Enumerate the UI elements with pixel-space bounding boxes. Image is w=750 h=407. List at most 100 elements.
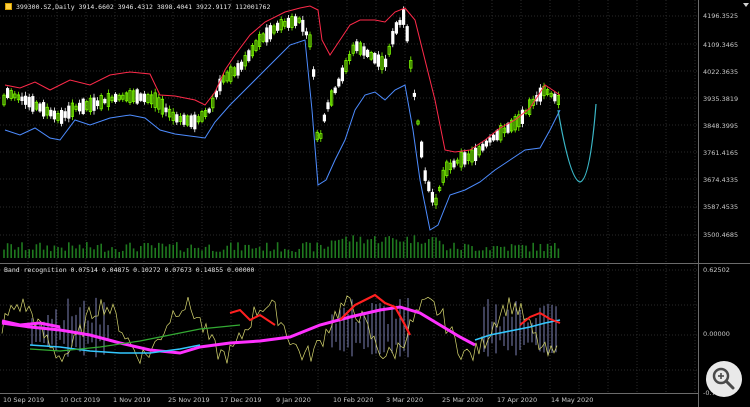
time-tick: 17 Apr 2020: [497, 396, 538, 404]
candle-body: [189, 115, 193, 128]
time-tick: 3 Mar 2020: [386, 396, 424, 404]
volume-bar: [17, 247, 20, 258]
volume-bar: [194, 248, 196, 258]
zoom-button[interactable]: [706, 361, 742, 397]
volume-bar: [179, 250, 182, 258]
volume-bar: [248, 244, 250, 258]
volume-bar: [312, 251, 315, 258]
candle-body: [81, 98, 85, 114]
volume-bar: [140, 245, 142, 258]
volume-bar: [269, 251, 272, 258]
candle-body: [322, 114, 327, 122]
volume-bar: [143, 242, 146, 258]
candle-body: [286, 17, 291, 28]
volume-bar: [287, 249, 290, 258]
candle-body: [430, 191, 435, 203]
volume-bar: [525, 245, 527, 258]
volume-bar: [395, 239, 398, 258]
volume-bar: [305, 242, 308, 258]
volume-bar: [471, 246, 473, 258]
volume-bar: [485, 247, 488, 258]
volume-bar: [345, 236, 347, 258]
volume-bar: [309, 242, 311, 258]
volume-bar: [280, 251, 282, 258]
volume-bar: [399, 241, 401, 258]
volume-bar: [176, 242, 178, 258]
candle-body: [423, 170, 427, 181]
candle-body: [78, 102, 82, 112]
volume-bar: [35, 244, 38, 258]
candle-body: [142, 93, 146, 103]
candle-body: [452, 160, 456, 168]
candle-body: [398, 20, 402, 25]
volume-bar: [132, 248, 135, 258]
volume-bar: [183, 251, 185, 258]
volume-bar: [388, 236, 390, 258]
price-scale[interactable]: 4196.3525 4109.3465 4022.3635 3935.3819 …: [698, 0, 750, 407]
volume-bar: [356, 241, 358, 258]
volume-bar: [514, 245, 516, 258]
time-scale[interactable]: 10 Sep 2019 10 Oct 2019 1 Nov 2019 25 No…: [0, 393, 698, 407]
candle-body: [506, 123, 510, 133]
volume-bar: [21, 242, 23, 258]
volume-bar: [428, 239, 430, 258]
price-pane[interactable]: [0, 0, 698, 263]
volume-bar: [392, 238, 394, 258]
indicator-pane[interactable]: [0, 265, 698, 393]
volume-bar: [82, 248, 84, 258]
volume-bar: [507, 250, 509, 258]
volume-bar: [240, 250, 243, 258]
volume-bar: [161, 243, 164, 258]
volume-bar: [28, 249, 30, 258]
candle-body: [92, 97, 96, 111]
candle-body: [394, 22, 399, 34]
candle-body: [412, 92, 417, 97]
volume-bar: [197, 247, 200, 258]
candle-body: [214, 90, 218, 98]
candle-body: [23, 95, 28, 105]
price-tick: 4196.3525: [703, 12, 739, 20]
volume-bar: [129, 242, 131, 258]
price-tick: 3761.4165: [703, 149, 739, 157]
candle-body: [20, 96, 24, 102]
candle-body: [355, 41, 359, 52]
volume-bar: [215, 251, 218, 258]
candle-body: [63, 111, 67, 118]
candle-body: [391, 31, 395, 45]
candle-body: [484, 140, 489, 147]
candle-body: [373, 53, 377, 64]
chart-window: 399300.SZ,Daily 3914.6602 3946.4312 3898…: [0, 0, 750, 407]
candle-body: [207, 108, 211, 113]
volume-bar: [532, 242, 534, 258]
volume-bar: [363, 243, 365, 258]
price-tick: 3674.4335: [703, 176, 739, 184]
volume-bar: [334, 240, 336, 258]
candle-body: [401, 9, 406, 25]
volume-bar: [10, 244, 12, 258]
volume-bar: [96, 245, 99, 258]
volume-bar: [50, 251, 52, 258]
volume-bar: [464, 243, 466, 258]
indicator-header: Band recognition 0.07514 0.04875 0.10272…: [4, 266, 255, 274]
time-tick: 9 Jan 2020: [276, 396, 311, 404]
volume-bar: [251, 248, 254, 258]
volume-bar: [384, 237, 387, 258]
volume-bar: [262, 250, 264, 258]
candle-body: [52, 110, 57, 120]
candle-body: [164, 107, 168, 113]
volume-bar: [24, 250, 27, 258]
volume-bar: [370, 239, 372, 258]
volume-bar: [442, 244, 444, 258]
candle-body: [103, 98, 107, 104]
volume-bar: [417, 242, 419, 258]
volume-bar: [482, 250, 484, 258]
volume-bar: [154, 247, 156, 258]
volume-bar: [266, 242, 268, 258]
volume-bar: [186, 248, 189, 258]
candle-body: [236, 63, 240, 76]
volume-bar: [323, 248, 326, 258]
candle-body: [96, 100, 100, 107]
chart-menu-icon[interactable]: [5, 3, 12, 10]
pane-divider[interactable]: [0, 263, 750, 264]
volume-bar: [230, 242, 232, 258]
